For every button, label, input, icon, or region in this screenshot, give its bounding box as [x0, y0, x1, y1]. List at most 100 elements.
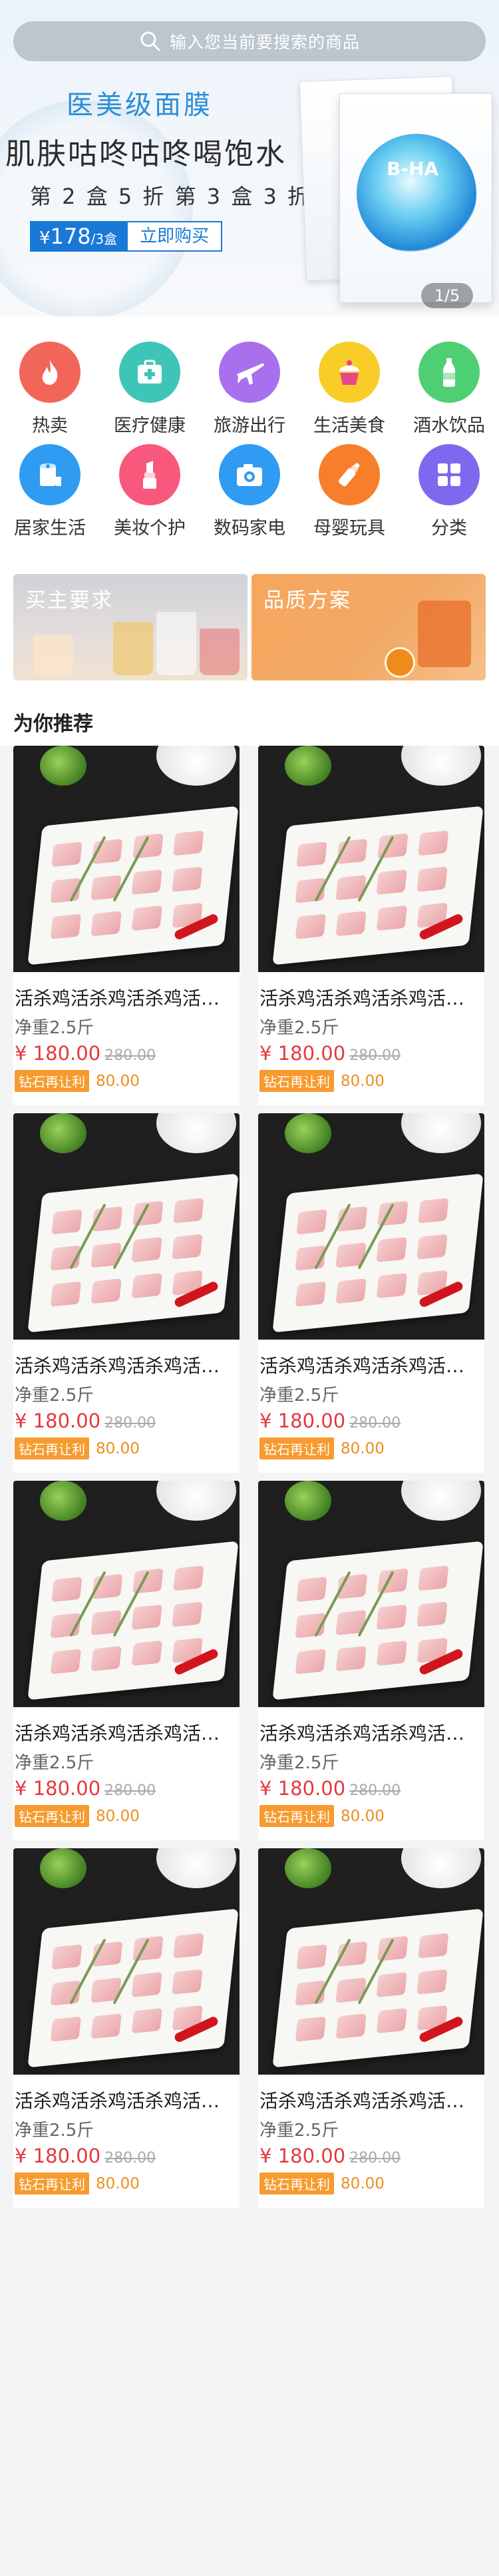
product-card[interactable]: 活杀鸡活杀鸡活杀鸡活杀鸡活杀鸡 净重2.5斤 ¥ 180.00 280.00 钻… [13, 746, 240, 1105]
product-image[interactable] [13, 1113, 240, 1340]
promo-tile-requirements[interactable]: 买主要求 [13, 574, 248, 680]
category-travel[interactable]: 旅游出行 [200, 342, 299, 441]
vip-badge: 钻石再让利 [15, 1805, 89, 1827]
product-name: 活杀鸡活杀鸡活杀鸡活杀鸡活杀鸡 [15, 2090, 238, 2112]
plate-image [27, 1908, 239, 2068]
price-row: ¥ 180.00 280.00 [15, 2145, 156, 2167]
product-card[interactable]: 活杀鸡活杀鸡活杀鸡活杀鸡活杀鸡 净重2.5斤 ¥ 180.00 280.00 钻… [13, 1481, 240, 1840]
vip-price: 80.00 [341, 1072, 385, 1090]
vip-price: 80.00 [341, 1439, 385, 1457]
banner-offer: 第 2 盒 5 折 第 3 盒 3 折 [30, 184, 311, 209]
vip-price: 80.00 [341, 1807, 385, 1825]
vip-row: 钻石再让利 80.00 [259, 1437, 385, 1459]
price-row: ¥ 180.00 280.00 [259, 2145, 401, 2167]
original-price: 280.00 [104, 1047, 156, 1064]
category-label: 酒水饮品 [413, 415, 485, 436]
promo-tile-quality[interactable]: 品质方案 [251, 574, 486, 680]
category-label: 数码家电 [214, 518, 285, 539]
buy-now-button[interactable]: 立即购买 [126, 221, 223, 252]
promo-title: 买主要求 [25, 589, 113, 613]
product-image[interactable] [13, 746, 240, 972]
original-price: 280.00 [349, 1782, 401, 1799]
cup-image [156, 1481, 236, 1521]
cup-image [401, 746, 481, 786]
product-image[interactable] [13, 1848, 240, 2075]
category-home[interactable]: 居家生活 [0, 444, 100, 544]
category-food[interactable]: 生活美食 [299, 342, 399, 441]
vip-price: 80.00 [96, 1807, 140, 1825]
promo-title: 品质方案 [263, 589, 351, 613]
original-price: 280.00 [104, 2150, 156, 2167]
product-card[interactable]: 活杀鸡活杀鸡活杀鸡活杀鸡活杀鸡 净重2.5斤 ¥ 180.00 280.00 钻… [13, 1113, 240, 1473]
product-box-image: B-HA [339, 93, 492, 303]
category-beauty[interactable]: 美妆个护 [100, 444, 200, 544]
medical-kit-icon [119, 342, 180, 403]
product-name: 活杀鸡活杀鸡活杀鸡活杀鸡活杀鸡 [15, 1355, 238, 1377]
drink-glass-image [156, 612, 196, 675]
fire-icon [19, 342, 81, 403]
product-card[interactable]: 活杀鸡活杀鸡活杀鸡活杀鸡活杀鸡 净重2.5斤 ¥ 180.00 280.00 钻… [258, 1848, 484, 2208]
category-digital[interactable]: 数码家电 [200, 444, 299, 544]
product-image[interactable] [258, 1113, 484, 1340]
category-hot[interactable]: 热卖 [0, 342, 100, 441]
herb-garnish-image [40, 1848, 86, 1888]
product-name: 活杀鸡活杀鸡活杀鸡活杀鸡活杀鸡 [259, 1355, 483, 1377]
airplane-icon [219, 342, 280, 403]
category-label: 旅游出行 [214, 415, 285, 436]
product-price: ¥ 180.00 [15, 1777, 101, 1800]
grid-icon [418, 444, 480, 505]
category-all[interactable]: 分类 [399, 444, 499, 544]
product-price: ¥ 180.00 [259, 2145, 346, 2167]
category-baby[interactable]: 母婴玩具 [299, 444, 399, 544]
vip-badge: 钻石再让利 [15, 2173, 89, 2194]
cupcake-icon [319, 342, 380, 403]
plate-image [27, 806, 239, 965]
herb-garnish-image [285, 1848, 331, 1888]
product-name: 活杀鸡活杀鸡活杀鸡活杀鸡活杀鸡 [259, 987, 483, 1009]
product-image[interactable] [13, 1481, 240, 1707]
price-row: ¥ 180.00 280.00 [259, 1777, 401, 1800]
category-medical[interactable]: 医疗健康 [100, 342, 200, 441]
plate-image [27, 1173, 239, 1333]
product-price: ¥ 180.00 [259, 1777, 346, 1800]
product-image[interactable] [258, 1481, 484, 1707]
product-image[interactable] [258, 1848, 484, 2075]
category-label: 分类 [431, 518, 467, 539]
product-spec: 净重2.5斤 [259, 1018, 339, 1038]
price-unit: /3盒 [90, 231, 118, 247]
original-price: 280.00 [104, 1415, 156, 1431]
price-row: ¥ 180.00 280.00 [259, 1410, 401, 1432]
herb-garnish-image [285, 1113, 331, 1153]
recommend-title: 为你推荐 [13, 712, 93, 736]
banner-price-row: ¥ 178 /3盒 立即购买 [30, 221, 223, 252]
vip-badge: 钻石再让利 [259, 2173, 334, 2194]
vip-price: 80.00 [341, 2175, 385, 2192]
product-spec: 净重2.5斤 [259, 1753, 339, 1773]
product-card[interactable]: 活杀鸡活杀鸡活杀鸡活杀鸡活杀鸡 净重2.5斤 ¥ 180.00 280.00 钻… [258, 746, 484, 1105]
product-price: ¥ 180.00 [15, 2145, 101, 2167]
cup-image [156, 746, 236, 786]
product-card[interactable]: 活杀鸡活杀鸡活杀鸡活杀鸡活杀鸡 净重2.5斤 ¥ 180.00 280.00 钻… [13, 1848, 240, 2208]
product-card[interactable]: 活杀鸡活杀鸡活杀鸡活杀鸡活杀鸡 净重2.5斤 ¥ 180.00 280.00 钻… [258, 1481, 484, 1840]
hero-banner[interactable]: 输入您当前要搜索的商品 医美级面膜 肌肤咕咚咕咚喝饱水 第 2 盒 5 折 第 … [0, 0, 499, 316]
category-drinks[interactable]: 酒水饮品 [399, 342, 499, 441]
banner-price: ¥ 178 /3盒 [30, 221, 127, 252]
tissue-icon [19, 444, 81, 505]
category-label: 生活美食 [313, 415, 385, 436]
search-placeholder[interactable]: 输入您当前要搜索的商品 [170, 29, 360, 53]
banner-headline: 肌肤咕咚咕咚喝饱水 [5, 137, 287, 171]
product-card[interactable]: 活杀鸡活杀鸡活杀鸡活杀鸡活杀鸡 净重2.5斤 ¥ 180.00 280.00 钻… [258, 1113, 484, 1473]
category-label: 居家生活 [14, 518, 86, 539]
product-price: ¥ 180.00 [15, 1042, 101, 1065]
vip-price: 80.00 [96, 2175, 140, 2192]
search-bar[interactable]: 输入您当前要搜索的商品 [13, 21, 486, 61]
vip-row: 钻石再让利 80.00 [15, 2173, 140, 2194]
product-image[interactable] [258, 746, 484, 972]
water-splash-graphic [357, 134, 476, 254]
cup-image [156, 1113, 236, 1153]
product-name: 活杀鸡活杀鸡活杀鸡活杀鸡活杀鸡 [15, 987, 238, 1009]
vip-row: 钻石再让利 80.00 [259, 1805, 385, 1827]
product-spec: 净重2.5斤 [15, 1386, 94, 1406]
category-label: 美妆个护 [114, 518, 186, 539]
drink-glass-image [33, 635, 73, 675]
